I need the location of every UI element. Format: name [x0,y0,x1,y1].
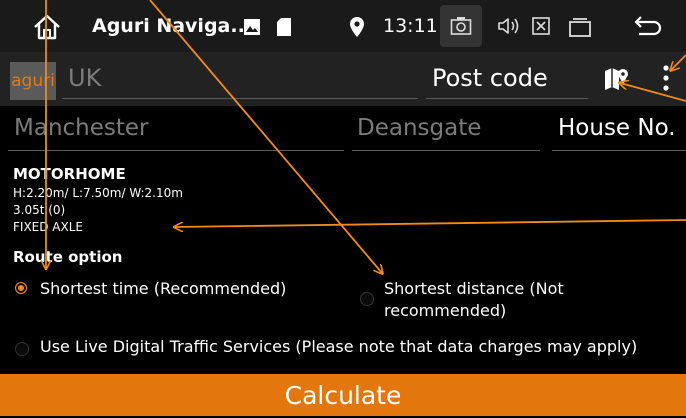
status-bar: Aguri Naviga... 13:11 [0,0,686,52]
image-icon [244,19,260,35]
postcode-underline [426,98,588,99]
back-icon[interactable] [633,15,663,37]
home-icon[interactable] [32,14,62,40]
shortest-distance-label-line1[interactable]: Shortest distance (Not [384,279,564,298]
street-field[interactable]: Deansgate [357,115,481,141]
close-box-icon[interactable] [532,17,550,35]
app-title: Aguri Naviga... [92,15,253,37]
city-field[interactable]: Manchester [14,115,149,141]
live-traffic-radio[interactable] [15,342,29,356]
house-number-field[interactable]: House No. [558,115,676,141]
shortest-distance-label-line2[interactable]: recommended) [384,301,506,320]
volume-icon[interactable] [497,16,521,36]
annotation-arrow-5 [175,219,686,227]
vehicle-weight: 3.05t (0) [13,203,66,217]
city-underline [8,150,344,151]
postcode-field[interactable]: Post code [432,64,548,92]
map-icon[interactable] [603,65,631,93]
more-options-icon[interactable] [661,64,671,92]
camera-button[interactable] [440,5,482,47]
street-underline [352,150,540,151]
vehicle-name: MOTORHOME [13,165,126,183]
sd-card-icon [277,18,291,36]
shortest-time-radio[interactable] [15,282,27,294]
vehicle-dimensions: H:2.20m/ L:7.50m/ W:2.10m [13,186,183,200]
country-underline [62,98,418,99]
recent-apps-icon[interactable] [569,17,591,37]
shortest-distance-radio[interactable] [360,292,374,306]
location-icon [350,17,364,37]
country-field[interactable]: UK [68,64,101,92]
aguri-logo: aguri [10,62,56,100]
shortest-time-label[interactable]: Shortest time (Recommended) [40,279,286,298]
route-option-heading: Route option [13,248,123,266]
calculate-button[interactable]: Calculate [0,374,686,416]
vehicle-axle: FIXED AXLE [13,220,83,234]
camera-icon [450,17,472,35]
house-number-underline [552,150,686,151]
clock: 13:11 [383,15,438,37]
live-traffic-label[interactable]: Use Live Digital Traffic Services (Pleas… [40,337,637,356]
